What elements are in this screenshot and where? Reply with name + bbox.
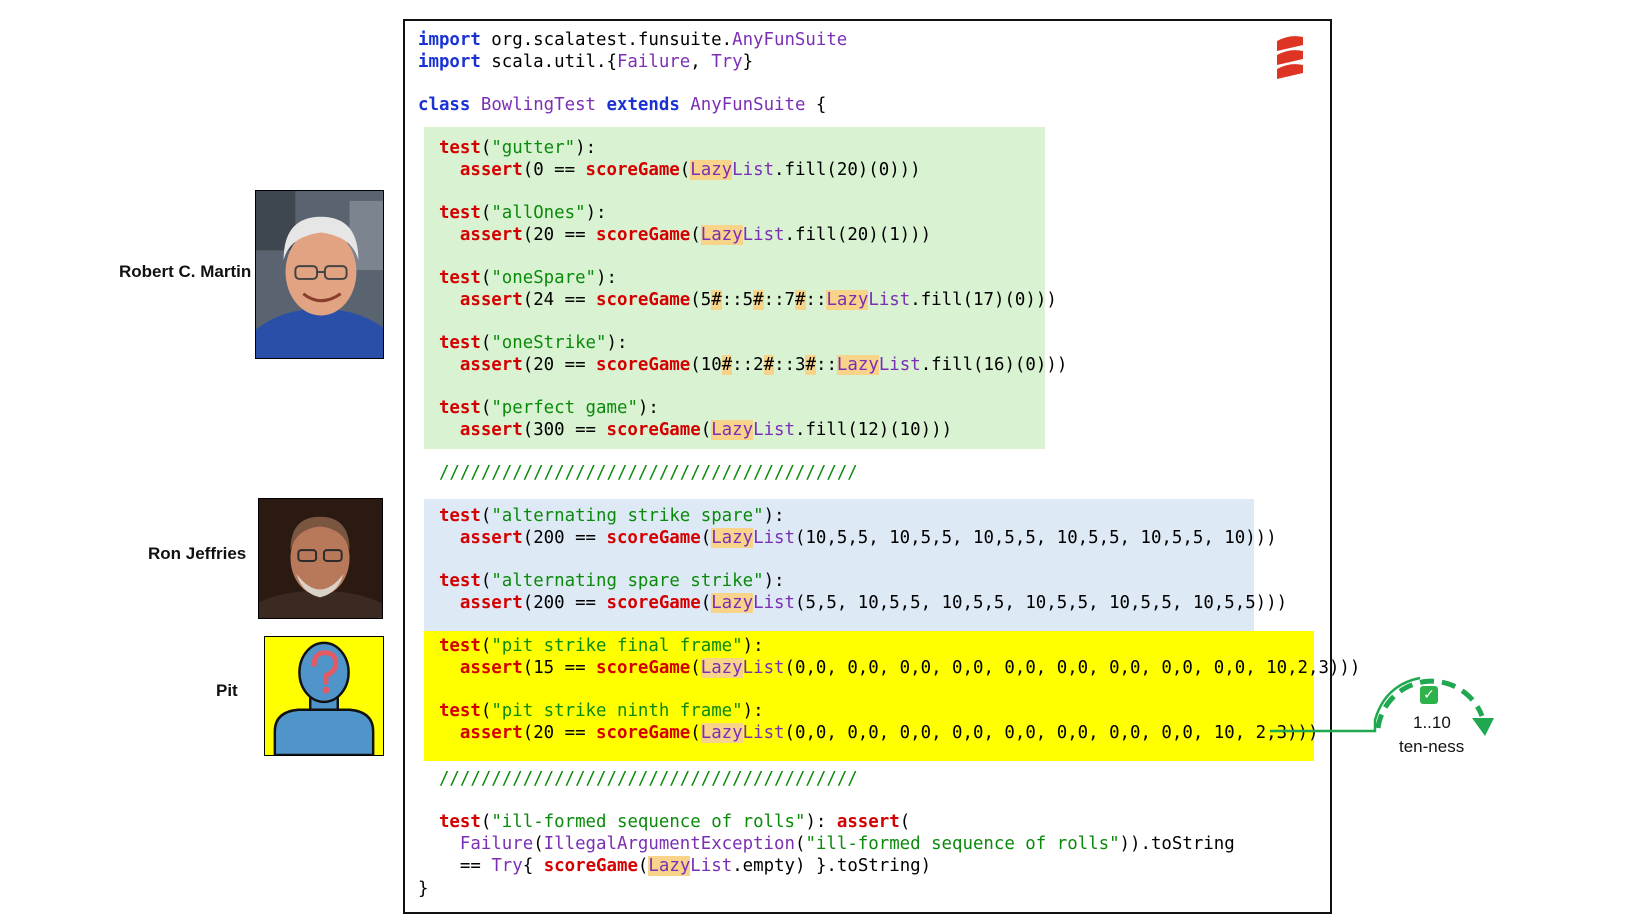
assert-perfect-game: assert(300 == scoreGame(LazyList.fill(12…	[459, 420, 953, 440]
pit-unknown-person-icon	[264, 636, 384, 756]
person-label-pit: Pit	[216, 681, 238, 700]
assert-pit-final-frame: assert(15 == scoreGame(LazyList(0,0, 0,0…	[459, 658, 1361, 678]
import-line-2: import scala.util.{Failure, Try}	[418, 52, 754, 72]
code-listing: import org.scalatest.funsuite.AnyFunSuit…	[405, 21, 1360, 912]
class-declaration: class BowlingTest extends AnyFunSuite {	[418, 95, 827, 115]
person-label-ron: Ron Jeffries	[148, 544, 247, 563]
test-onestrike: test("oneStrike"):	[438, 333, 628, 353]
import-line-1: import org.scalatest.funsuite.AnyFunSuit…	[418, 30, 848, 50]
ill-formed-failure-line: Failure(IllegalArgumentException("ill-fo…	[459, 834, 1235, 854]
assert-onespare: assert(24 == scoreGame(5#::5#::7#::LazyL…	[459, 290, 1057, 310]
test-gutter: test("gutter"):	[438, 138, 597, 158]
person-label-robert: Robert C. Martin	[119, 262, 252, 281]
test-onespare: test("oneSpare"):	[438, 268, 617, 288]
scala-logo-icon	[1275, 33, 1305, 79]
separator-comment-2: ////////////////////////////////////////	[438, 769, 858, 789]
check-icon: ✓	[1420, 686, 1438, 704]
test-alt-spare-strike: test("alternating spare strike"):	[438, 571, 785, 591]
test-allones: test("allOnes"):	[438, 203, 607, 223]
assert-allones: assert(20 == scoreGame(LazyList.fill(20)…	[459, 225, 932, 245]
assert-alt-strike-spare: assert(200 == scoreGame(LazyList(10,5,5,…	[459, 528, 1277, 548]
closing-brace: }	[418, 879, 429, 899]
assert-onestrike: assert(20 == scoreGame(10#::2#::3#::Lazy…	[459, 355, 1068, 375]
assert-pit-ninth-frame: assert(20 == scoreGame(LazyList(0,0, 0,0…	[459, 723, 1319, 743]
robert-martin-photo	[255, 190, 384, 359]
test-alt-strike-spare: test("alternating strike spare"):	[438, 506, 785, 526]
assert-gutter: assert(0 == scoreGame(LazyList.fill(20)(…	[459, 160, 921, 180]
separator-comment-1: ////////////////////////////////////////	[438, 463, 858, 483]
test-ill-formed: test("ill-formed sequence of rolls"): as…	[438, 812, 911, 832]
code-panel: import org.scalatest.funsuite.AnyFunSuit…	[403, 19, 1360, 914]
test-perfect-game: test("perfect game"):	[438, 398, 659, 418]
ill-formed-try-line: == Try{ scoreGame(LazyList.empty) }.toSt…	[459, 856, 932, 876]
assert-alt-spare-strike: assert(200 == scoreGame(LazyList(5,5, 10…	[459, 593, 1288, 613]
ten-ness-label: ten-ness	[1399, 737, 1465, 756]
test-pit-final-frame: test("pit strike final frame"):	[438, 636, 764, 656]
ten-ness-range: 1..10	[1413, 713, 1451, 732]
test-pit-ninth-frame: test("pit strike ninth frame"):	[438, 701, 764, 721]
ron-jeffries-photo	[258, 498, 383, 619]
